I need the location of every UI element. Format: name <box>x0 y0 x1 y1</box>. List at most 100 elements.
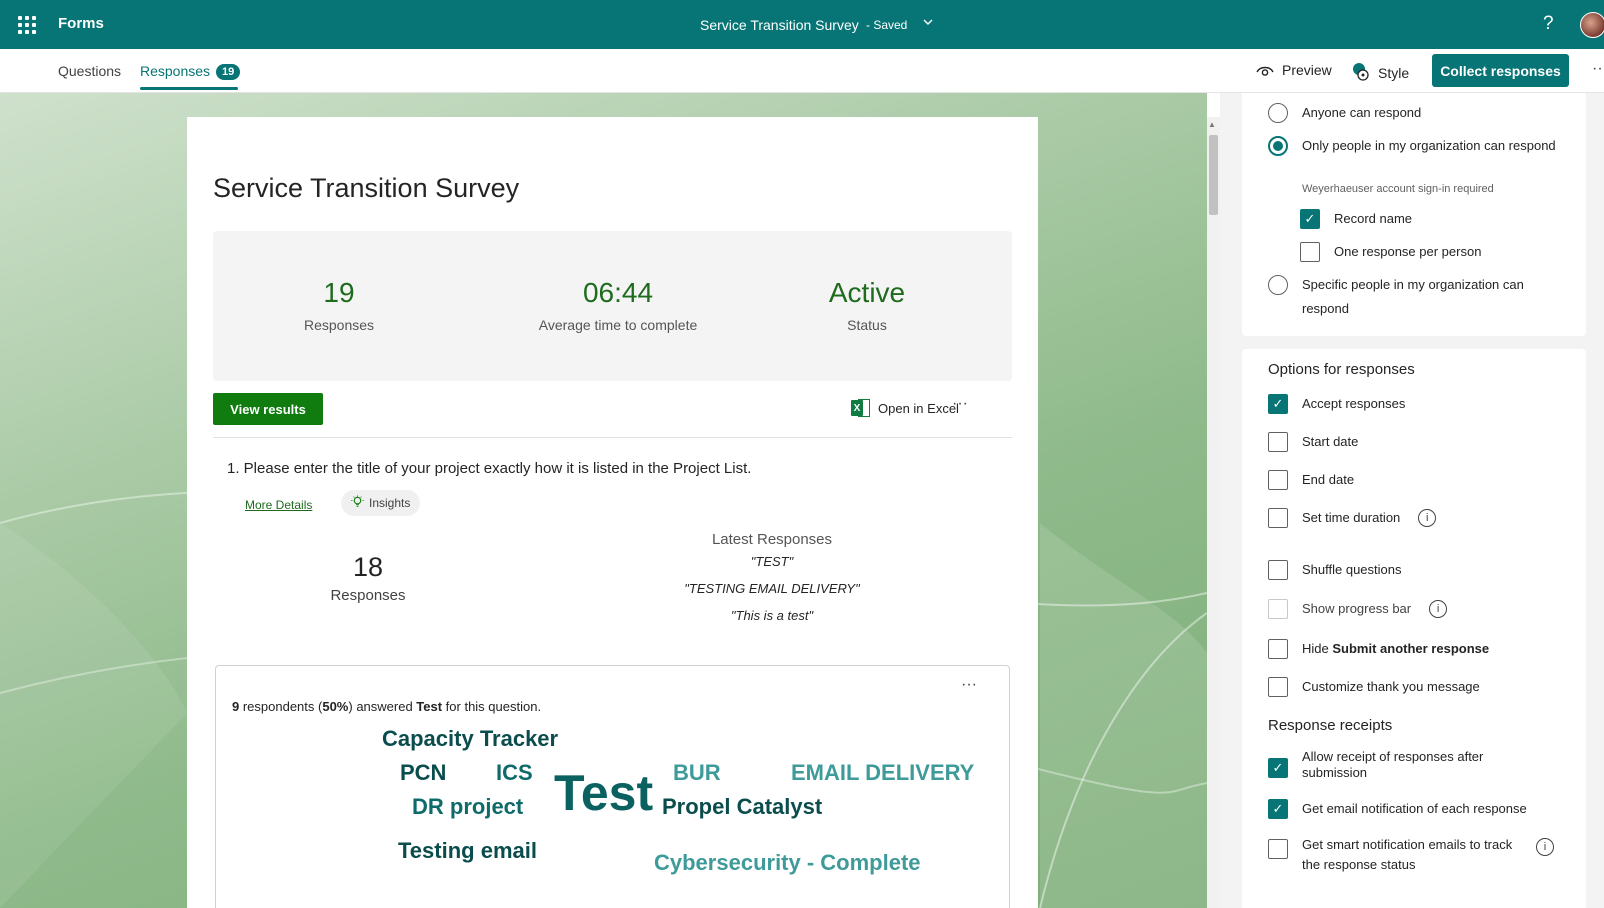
insights-label: Insights <box>369 496 411 510</box>
stat-label: Average time to complete <box>538 317 698 333</box>
collect-responses-button[interactable]: Collect responses <box>1432 54 1569 87</box>
lightbulb-icon <box>351 495 364 511</box>
radio-button[interactable] <box>1268 275 1288 295</box>
radio-button[interactable] <box>1268 103 1288 123</box>
preview-button[interactable]: Preview <box>1256 62 1332 81</box>
checkbox[interactable] <box>1268 470 1288 490</box>
word-cloud-term[interactable]: Propel Catalyst <box>662 794 822 820</box>
checkbox[interactable] <box>1268 432 1288 452</box>
app-launcher-icon[interactable] <box>18 16 36 34</box>
word-cloud-term[interactable]: DR project <box>412 794 523 820</box>
word-cloud-term[interactable]: Capacity Tracker <box>382 726 558 752</box>
info-icon[interactable]: i <box>1418 509 1437 527</box>
checkbox[interactable] <box>1268 839 1288 859</box>
summary-text: respondents ( <box>239 699 323 714</box>
stat-label: Status <box>847 317 887 333</box>
checkbox[interactable] <box>1268 560 1288 580</box>
word-cloud-term[interactable]: Testing email <box>398 838 537 864</box>
latest-response-item: "TEST" <box>750 554 794 569</box>
radio-button-selected[interactable] <box>1268 136 1288 156</box>
word-cloud-term[interactable]: BUR <box>673 760 721 786</box>
checkbox[interactable] <box>1268 677 1288 697</box>
checkbox-checked[interactable]: ✓ <box>1300 209 1320 229</box>
radio-organization[interactable]: Only people in my organization can respo… <box>1268 134 1558 158</box>
who-can-respond-section: Anyone can respond Only people in my org… <box>1242 93 1586 336</box>
checkbox-allow-receipt[interactable]: ✓ Allow receipt of responses after submi… <box>1268 749 1548 781</box>
radio-anyone[interactable]: Anyone can respond <box>1268 101 1421 125</box>
checkbox[interactable] <box>1300 242 1320 262</box>
summary-word: Test <box>416 699 443 714</box>
checkbox-hide-submit-another[interactable]: Hide Submit another response <box>1268 637 1489 661</box>
option-label: Allow receipt of responses after submiss… <box>1302 749 1484 780</box>
info-icon[interactable]: i <box>1429 600 1448 618</box>
checkbox-end-date[interactable]: End date <box>1268 468 1354 492</box>
checkbox-smart-notification[interactable]: Get smart notification emails to track t… <box>1268 835 1578 875</box>
tab-questions[interactable]: Questions <box>58 63 121 79</box>
radio-specific-people[interactable]: Specific people in my organization can r… <box>1268 273 1558 321</box>
chevron-down-icon[interactable] <box>922 16 934 31</box>
hide-prefix: Hide <box>1302 641 1333 656</box>
option-label: One response per person <box>1334 244 1482 259</box>
summary-percent: 50% <box>322 699 349 714</box>
preview-label: Preview <box>1282 62 1332 78</box>
style-button[interactable]: Style <box>1352 62 1409 85</box>
tab-bar: Questions Responses 19 Preview Style Coll… <box>0 49 1604 93</box>
option-label: Hide Submit another response <box>1302 637 1489 661</box>
option-label: Only people in my organization can respo… <box>1302 138 1556 153</box>
insights-button[interactable]: Insights <box>341 490 421 516</box>
active-tab-indicator <box>140 87 238 90</box>
more-options-icon[interactable]: ··· <box>1592 60 1604 78</box>
option-label: Set time duration <box>1302 510 1401 525</box>
word-cloud-term[interactable]: EMAIL DELIVERY <box>791 760 974 786</box>
checkbox-thank-you[interactable]: Customize thank you message <box>1268 675 1480 699</box>
more-details-link[interactable]: More Details <box>245 498 312 512</box>
checkbox-disabled[interactable] <box>1268 599 1288 619</box>
word-cloud-term[interactable]: ICS <box>496 760 533 786</box>
open-in-excel-button[interactable]: X Open in Excel <box>851 399 959 417</box>
help-icon[interactable]: ? <box>1543 13 1554 35</box>
checkbox-start-date[interactable]: Start date <box>1268 430 1358 454</box>
checkbox[interactable] <box>1268 508 1288 528</box>
scroll-up-arrow-icon[interactable]: ▲ <box>1208 120 1216 129</box>
checkbox-checked[interactable]: ✓ <box>1268 394 1288 414</box>
scrollbar-thumb[interactable] <box>1209 135 1218 215</box>
more-options-icon[interactable]: ··· <box>952 395 968 413</box>
checkbox-record-name[interactable]: ✓ Record name <box>1300 207 1412 231</box>
checkbox-progress-bar[interactable]: Show progress bar i <box>1268 597 1448 621</box>
tab-responses[interactable]: Responses 19 <box>140 63 241 80</box>
option-label: Show progress bar <box>1302 601 1412 616</box>
view-results-button[interactable]: View results <box>213 393 323 425</box>
question-response-count: 18 Responses <box>302 552 434 604</box>
word-cloud-term[interactable]: Cybersecurity - Complete <box>654 850 921 876</box>
scrollbar-track[interactable] <box>1207 117 1220 908</box>
top-bar: Forms Service Transition Survey - Saved … <box>0 0 1604 49</box>
word-cloud-term[interactable]: Test <box>554 764 653 822</box>
response-count-label: Responses <box>330 587 406 604</box>
checkbox-checked[interactable]: ✓ <box>1268 758 1288 778</box>
checkbox[interactable] <box>1268 639 1288 659</box>
word-cloud-panel: ··· 9 respondents (50%) answered Test fo… <box>215 665 1010 908</box>
checkbox-accept-responses[interactable]: ✓ Accept responses <box>1268 392 1405 416</box>
excel-icon: X <box>851 399 871 417</box>
stat-value: Active <box>828 277 906 308</box>
checkbox-shuffle[interactable]: Shuffle questions <box>1268 558 1402 582</box>
info-icon[interactable]: i <box>1536 838 1554 856</box>
summary-stats: 19 Responses 06:44 Average time to compl… <box>213 231 1012 381</box>
open-in-excel-label: Open in Excel <box>878 400 959 416</box>
section-title: Response receipts <box>1268 717 1393 734</box>
checkbox-time-duration[interactable]: Set time duration i <box>1268 506 1437 530</box>
option-label: Specific people in my organization can r… <box>1302 277 1524 316</box>
document-title[interactable]: Service Transition Survey <box>700 17 859 33</box>
style-label: Style <box>1378 65 1410 81</box>
checkbox-email-notification[interactable]: ✓ Get email notification of each respons… <box>1268 797 1527 821</box>
palette-icon <box>1352 62 1370 85</box>
checkbox-one-response[interactable]: One response per person <box>1300 240 1481 264</box>
more-options-icon[interactable]: ··· <box>961 676 977 694</box>
checkbox-checked[interactable]: ✓ <box>1268 799 1288 819</box>
option-label: Start date <box>1302 434 1359 449</box>
word-cloud-term[interactable]: PCN <box>400 760 446 786</box>
app-name[interactable]: Forms <box>58 15 104 32</box>
avatar[interactable] <box>1580 12 1604 38</box>
summary-text: ) answered <box>348 699 417 714</box>
option-label: Customize thank you message <box>1302 679 1480 694</box>
